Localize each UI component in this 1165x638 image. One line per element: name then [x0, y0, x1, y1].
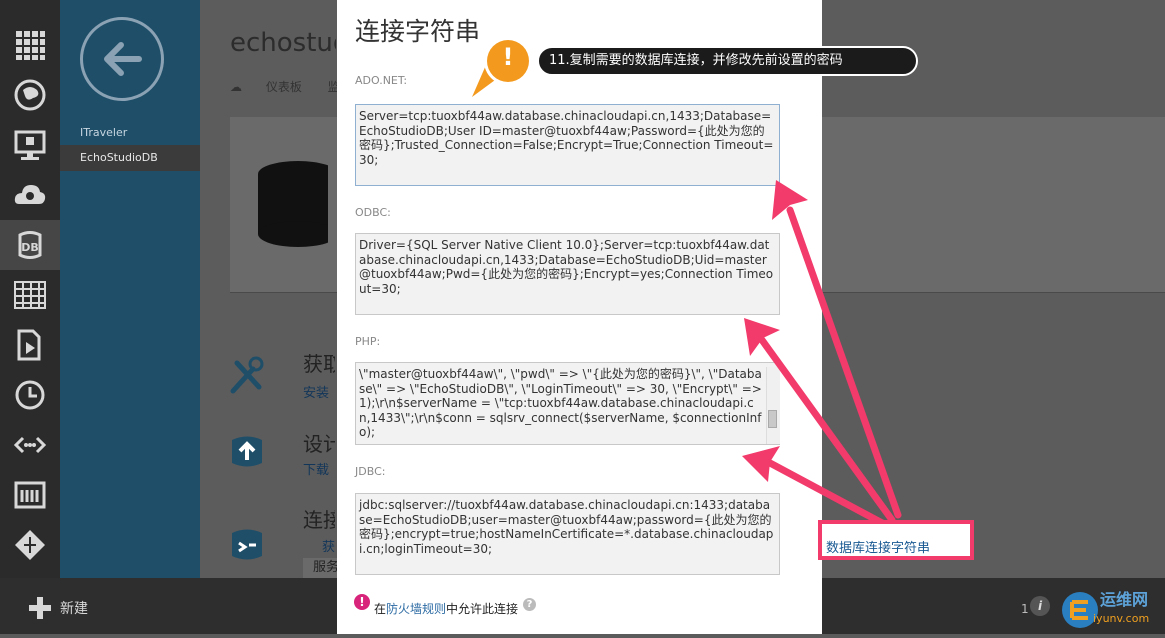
odbc-label: ODBC:	[355, 206, 391, 219]
connect-db-icon	[229, 523, 265, 563]
annotation-label: 数据库连接字符串	[826, 541, 931, 556]
tab-dashboard[interactable]: ☁ 仪表板 监	[230, 78, 340, 95]
watermark-url: iyunv.com	[1093, 612, 1150, 625]
notification-count: 1	[1021, 602, 1029, 616]
watermark-name: 运维网	[1100, 590, 1149, 609]
arrow-left-icon	[104, 42, 142, 76]
section-link-install[interactable]: 安装	[303, 382, 335, 401]
step-callout: 11.复制需要的数据库连接，并修改先前设置的密码	[537, 46, 918, 76]
warning-icon: !	[354, 594, 370, 610]
php-textbox[interactable]: \"master@tuoxbf44aw\", \"pwd\" => \"{此处为…	[355, 362, 780, 445]
network-icon[interactable]	[0, 420, 60, 470]
cloud-services-icon[interactable]	[0, 170, 60, 220]
upload-icon	[229, 430, 265, 470]
settings-icon[interactable]	[0, 520, 60, 570]
help-icon[interactable]: ?	[523, 598, 536, 611]
section-title-connect: 连接	[303, 508, 335, 532]
new-button-label[interactable]: 新建	[60, 598, 88, 618]
cloud-icon: ☁	[230, 80, 242, 94]
firewall-rules-link[interactable]: 防火墙规则	[386, 602, 446, 616]
adonet-label: ADO.NET:	[355, 74, 408, 87]
nav-item-echostudiodb[interactable]: EchoStudioDB	[60, 145, 200, 171]
plus-icon[interactable]	[28, 596, 52, 620]
icon-rail: DB	[0, 0, 60, 578]
service-bus-icon[interactable]	[0, 370, 60, 420]
section-title-get: 获取	[303, 352, 335, 376]
exclamation-icon: !	[502, 43, 514, 71]
dashboard-tab-label: 仪表板	[265, 80, 302, 94]
storage-icon[interactable]	[0, 270, 60, 320]
sql-database-icon[interactable]: DB	[0, 220, 60, 270]
media-services-icon[interactable]	[0, 320, 60, 370]
page-title: echostudio	[230, 28, 336, 58]
php-scrollbar[interactable]	[766, 367, 780, 444]
store-icon[interactable]	[0, 470, 60, 520]
firewall-prefix: 在	[374, 602, 387, 616]
jdbc-textbox[interactable]: jdbc:sqlserver://tuoxbf44aw.database.chi…	[355, 493, 780, 575]
service-row: 服务	[303, 558, 337, 578]
back-button[interactable]	[80, 17, 164, 101]
section-title-design: 设计	[303, 432, 335, 456]
php-label: PHP:	[355, 335, 381, 348]
section-link-download[interactable]: 下载	[303, 459, 335, 478]
adonet-textbox[interactable]: Server=tcp:tuoxbf44aw.database.chinaclou…	[355, 104, 780, 186]
virtual-machines-icon[interactable]	[0, 120, 60, 170]
tools-icon	[229, 355, 265, 395]
section-link-get[interactable]: 获	[322, 536, 336, 555]
info-icon[interactable]: i	[1030, 596, 1050, 616]
php-scrollbar-thumb[interactable]	[768, 410, 777, 428]
all-items-icon[interactable]	[0, 20, 60, 70]
svg-text:DB: DB	[21, 241, 39, 254]
websites-icon[interactable]	[0, 70, 60, 120]
firewall-suffix: 中允许此连接	[446, 602, 519, 616]
database-icon	[258, 160, 338, 250]
jdbc-label: JDBC:	[355, 465, 386, 478]
nav-item-itraveler[interactable]: ITraveler	[60, 120, 200, 146]
firewall-note: 在防火墙规则中允许此连接	[374, 600, 518, 617]
dialog-title: 连接字符串	[355, 17, 481, 46]
odbc-textbox[interactable]: Driver={SQL Server Native Client 10.0};S…	[355, 233, 780, 315]
